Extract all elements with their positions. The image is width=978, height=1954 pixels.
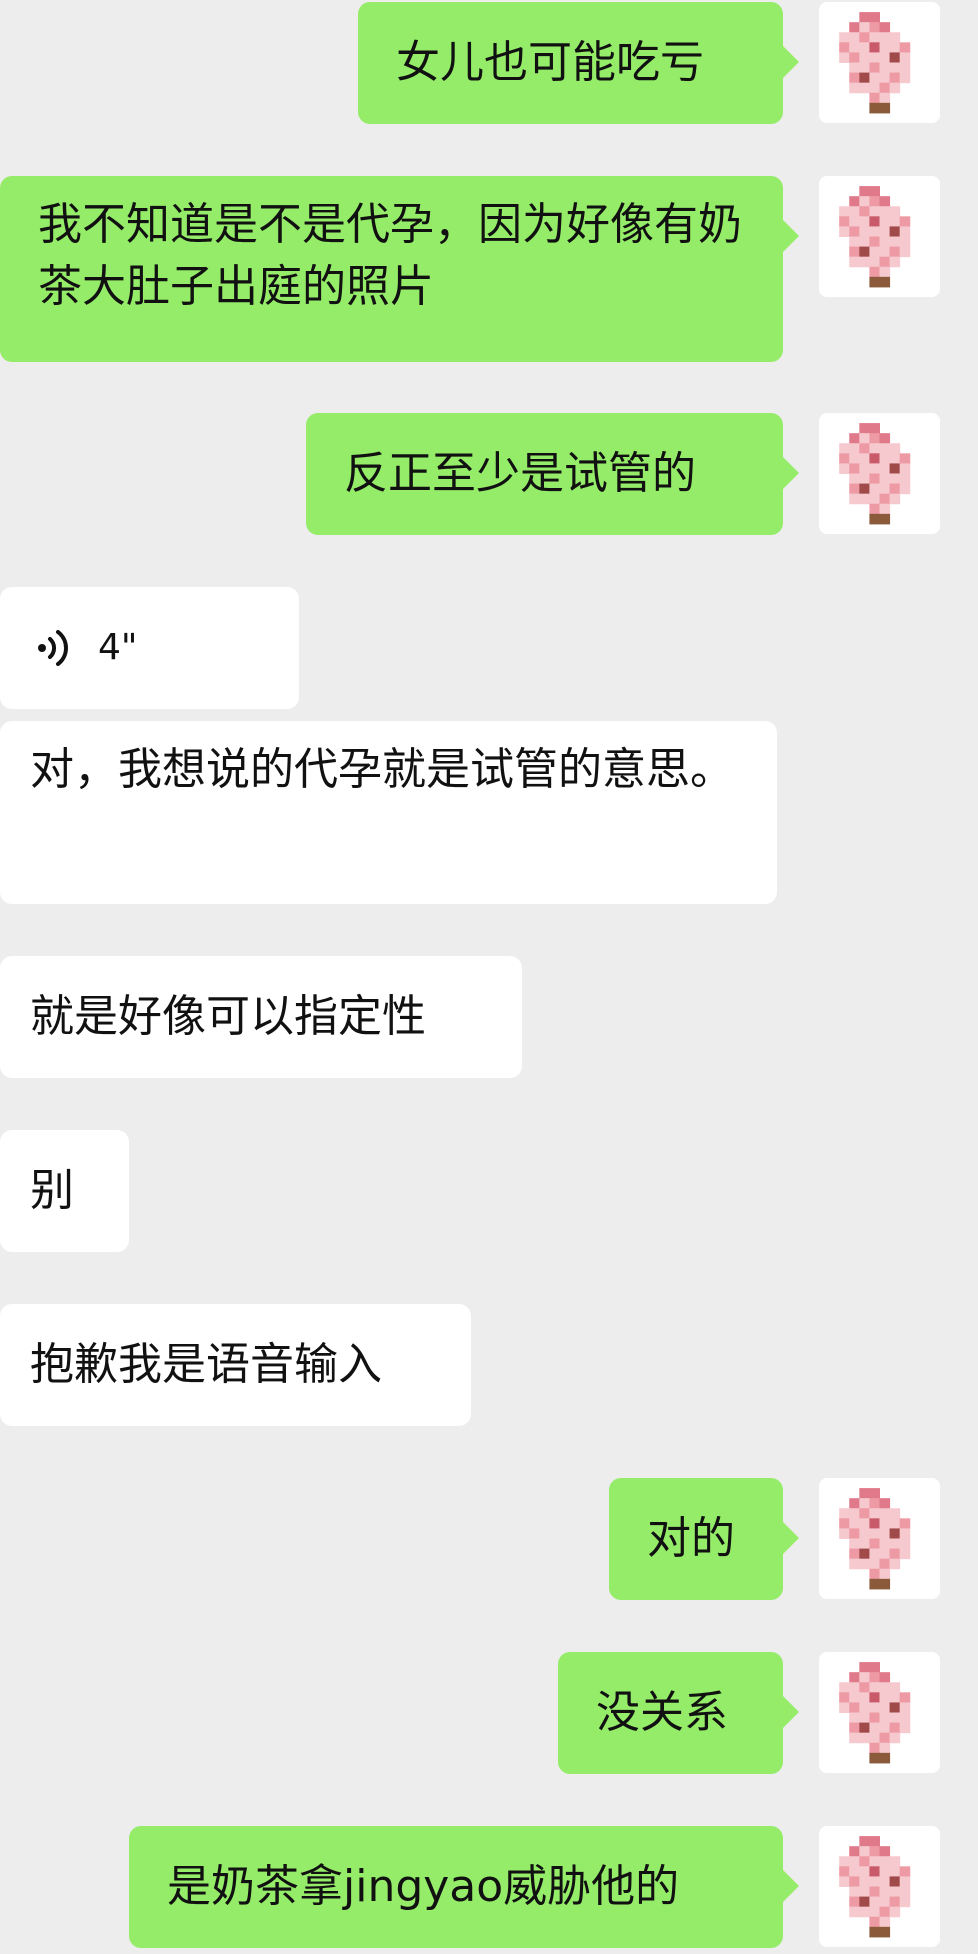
voice-wave-icon: [38, 630, 68, 666]
chat-message-outgoing[interactable]: 反正至少是试管的: [306, 413, 799, 535]
message-text: 别: [30, 1165, 74, 1216]
avatar[interactable]: [819, 1826, 940, 1947]
chat-message-outgoing[interactable]: 女儿也可能吃亏: [358, 2, 799, 124]
voice-duration: 4": [98, 627, 138, 668]
avatar-image: [839, 1836, 911, 1938]
message-text: 就是好像可以指定性: [30, 991, 426, 1042]
chat-message-incoming[interactable]: 就是好像可以指定性: [0, 956, 522, 1078]
chat-message-outgoing[interactable]: 是奶茶拿jingyao威胁他的: [129, 1826, 799, 1948]
message-text: 我不知道是不是代孕，因为好像有奶茶大肚子出庭的照片: [38, 199, 742, 312]
message-text: 对的: [647, 1513, 735, 1564]
message-text: 是奶茶拿jingyao威胁他的: [167, 1861, 680, 1912]
message-text: 抱歉我是语音输入: [30, 1339, 382, 1390]
avatar-image: [839, 1662, 911, 1764]
avatar-image: [839, 12, 911, 114]
chat-message-incoming[interactable]: 抱歉我是语音输入: [0, 1304, 471, 1426]
message-text: 女儿也可能吃亏: [396, 37, 704, 88]
avatar[interactable]: [819, 1478, 940, 1599]
chat-message-incoming[interactable]: 对，我想说的代孕就是试管的意思。: [0, 721, 777, 904]
message-text: 对，我想说的代孕就是试管的意思。: [30, 744, 734, 795]
chat-message-outgoing[interactable]: 对的: [609, 1478, 799, 1600]
message-text: 没关系: [596, 1687, 728, 1738]
voice-message[interactable]: 4": [0, 587, 299, 709]
avatar[interactable]: [819, 1652, 940, 1773]
message-text: 反正至少是试管的: [344, 448, 696, 499]
avatar[interactable]: [819, 176, 940, 297]
avatar[interactable]: [819, 2, 940, 123]
avatar-image: [839, 423, 911, 525]
avatar[interactable]: [819, 413, 940, 534]
avatar-image: [839, 1488, 911, 1590]
chat-message-outgoing[interactable]: 我不知道是不是代孕，因为好像有奶茶大肚子出庭的照片: [0, 176, 799, 362]
chat-message-outgoing[interactable]: 没关系: [558, 1652, 799, 1774]
avatar-image: [839, 186, 911, 288]
chat-message-incoming[interactable]: 别: [0, 1130, 129, 1252]
